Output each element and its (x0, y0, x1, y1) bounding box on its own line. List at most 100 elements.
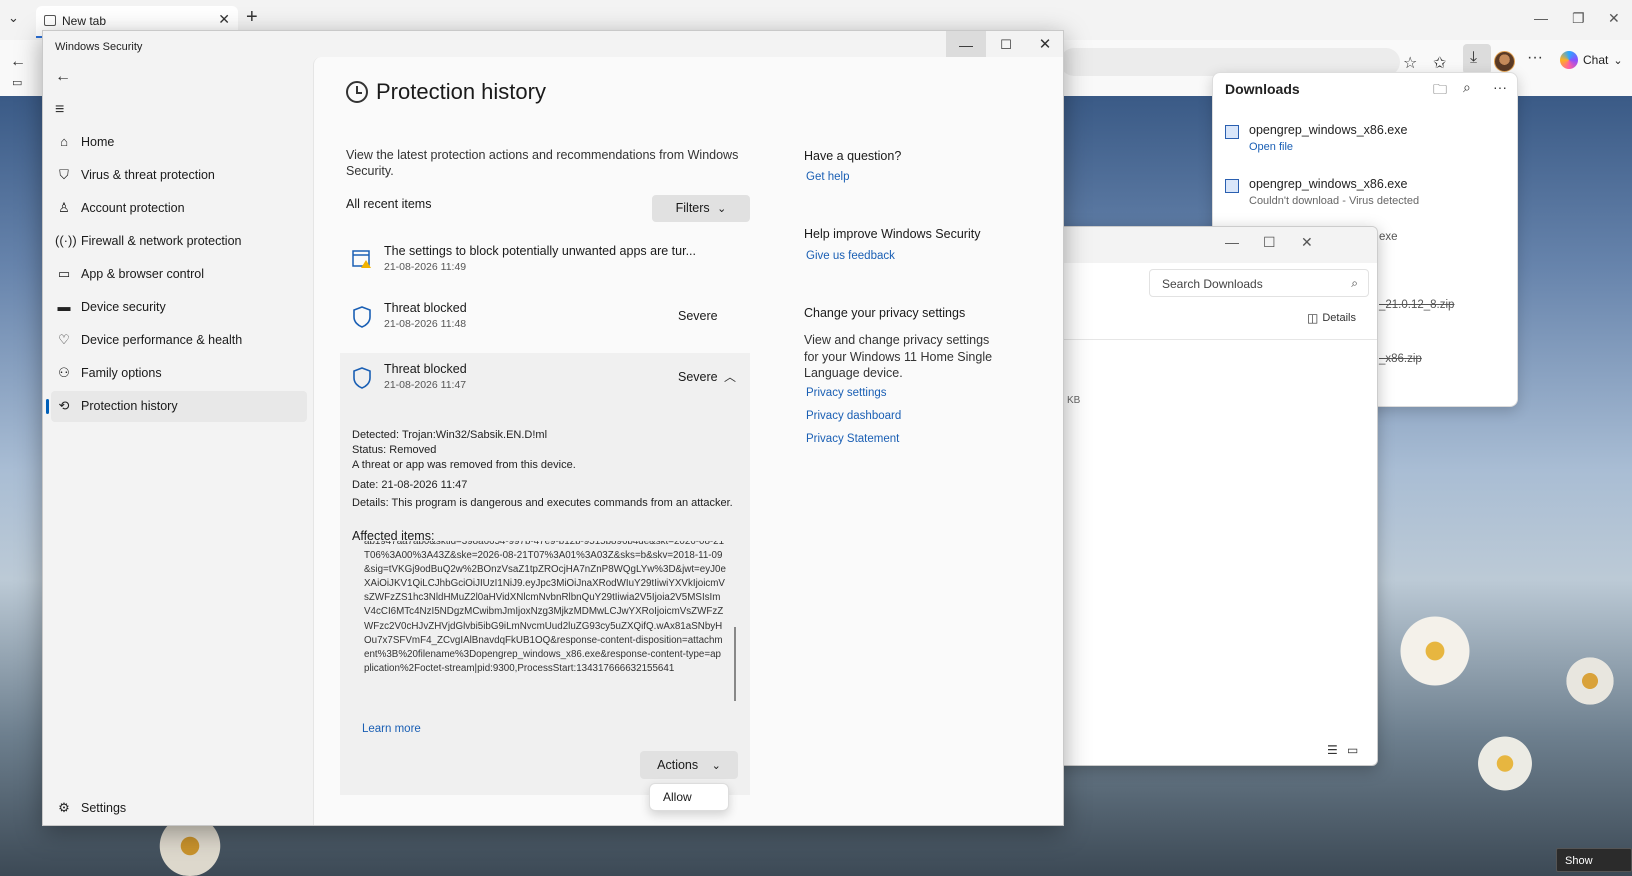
downloads-title: Downloads (1225, 81, 1300, 97)
browser-minimize-icon[interactable]: — (1534, 10, 1548, 26)
favorites-list-icon[interactable]: ✩ (1433, 53, 1446, 73)
search-icon[interactable]: ⌕ (1463, 79, 1471, 96)
copilot-chat-button[interactable]: Chat ⌄ (1560, 51, 1623, 69)
history-item-threat-blocked[interactable]: Threat blocked 21-08-2026 11:48 Severe (340, 292, 750, 344)
family-icon: ⚇ (58, 365, 70, 380)
sidebar-item-settings[interactable]: ⚙ Settings (51, 793, 251, 821)
window-title: Windows Security (55, 41, 143, 53)
chevron-up-icon[interactable]: ︿ (724, 368, 736, 385)
detected-text: Detected: Trojan:Win32/Sabsik.EN.D!ml (352, 429, 548, 441)
sidebar-item-label: Device security (81, 300, 166, 314)
affected-items-scrollbar[interactable] (734, 627, 736, 701)
download-name: opengrep_windows_x86.exe (1249, 177, 1408, 191)
chat-label: Chat (1583, 53, 1609, 67)
affected-items-text: ab1947aa7ab0&sktid=398a6654-997b-47e9-b1… (364, 541, 726, 674)
open-file-link[interactable]: Open file (1249, 141, 1293, 153)
sidebar: ← ≡ ⌂ Home ⛉ Virus & threat protection ♙… (43, 61, 313, 825)
history-item-date: 21-08-2026 11:47 (384, 379, 467, 391)
heart-icon: ♡ (58, 332, 70, 347)
sidebar-item-label: App & browser control (81, 267, 204, 281)
chevron-down-icon: ⌄ (711, 760, 721, 772)
download-name-fragment: _21.0.12_8.zip (1379, 299, 1455, 311)
history-item-title: The settings to block potentially unwant… (384, 244, 696, 258)
file-size-fragment: KB (1067, 395, 1081, 406)
sidebar-item-family[interactable]: ⚇ Family options (51, 358, 307, 389)
severity-label: Severe (678, 309, 718, 323)
open-folder-icon[interactable]: 🗀 (1433, 79, 1447, 103)
close-button[interactable]: ✕ (1026, 31, 1064, 60)
sidebar-item-account[interactable]: ♙ Account protection (51, 193, 307, 224)
new-tab-plus-icon[interactable]: + (246, 6, 258, 29)
actions-button[interactable]: Actions ⌄ (640, 751, 738, 779)
gear-icon: ⚙ (58, 800, 70, 815)
more-options-icon[interactable]: ··· (1493, 79, 1507, 95)
history-icon: ⟲ (58, 398, 70, 413)
exe-file-icon (1225, 125, 1239, 139)
main-content: Protection history View the latest prote… (313, 57, 1063, 825)
actions-label: Actions (657, 758, 699, 772)
explorer-close-icon[interactable]: ✕ (1301, 234, 1313, 251)
sidebar-item-virus-threat[interactable]: ⛉ Virus & threat protection (51, 160, 307, 191)
chevron-down-icon: ⌄ (1613, 54, 1623, 67)
favorite-star-icon[interactable]: ☆ (1403, 53, 1417, 73)
history-item-date: 21-08-2026 11:48 (384, 318, 467, 330)
privacy-statement-link[interactable]: Privacy Statement (806, 433, 899, 445)
download-name: opengrep_windows_x86.exe (1249, 123, 1408, 137)
explorer-maximize-icon[interactable]: ☐ (1263, 234, 1276, 251)
tab-list-chevron-icon[interactable]: ⌄ (8, 10, 19, 26)
privacy-heading: Change your privacy settings (804, 306, 966, 320)
sidebar-item-device-security[interactable]: ▬ Device security (51, 292, 307, 323)
tab-title: New tab (62, 14, 107, 28)
allow-menu-item[interactable]: Allow (649, 783, 729, 811)
minimize-button[interactable]: — (946, 31, 986, 60)
new-tab-page-icon (44, 15, 56, 26)
history-item-title: Threat blocked (384, 362, 467, 376)
sidebar-item-app-browser[interactable]: ▭ App & browser control (51, 259, 307, 290)
shield-icon (352, 306, 372, 331)
download-status: Couldn't download - Virus detected (1249, 195, 1420, 207)
chevron-down-icon: ⌄ (717, 203, 727, 215)
explorer-minimize-icon[interactable]: — (1225, 234, 1239, 250)
search-downloads-input[interactable]: Search Downloads ⌕ (1149, 269, 1369, 297)
history-item-threat-blocked[interactable]: Threat blocked 21-08-2026 11:47 Severe ︿ (340, 353, 750, 409)
wifi-icon: ((·)) (55, 233, 77, 248)
download-icon: ⤓ (1470, 49, 1478, 66)
browser-restore-icon[interactable]: ❐ (1572, 10, 1585, 27)
show-desktop-tooltip[interactable]: Show desktop (1556, 848, 1632, 872)
filters-label: Filters (675, 201, 710, 215)
downloads-button[interactable]: ⤓ (1463, 44, 1491, 74)
exe-file-icon (1225, 179, 1239, 193)
privacy-settings-link[interactable]: Privacy settings (806, 387, 887, 399)
sidebar-item-label: Virus & threat protection (81, 168, 215, 182)
privacy-description: View and change privacy settings for you… (804, 333, 993, 380)
windows-security-window: Windows Security — ☐ ✕ ← ≡ ⌂ Home ⛉ Viru… (42, 30, 1064, 826)
sidebar-item-firewall[interactable]: ((·)) Firewall & network protection (51, 226, 307, 257)
details-view-icon[interactable]: ☰ (1327, 743, 1338, 757)
profile-avatar[interactable] (1494, 51, 1515, 72)
back-arrow-icon[interactable]: ← (55, 68, 71, 86)
hamburger-menu-icon[interactable]: ≡ (55, 101, 64, 119)
details-text: Details: This program is dangerous and e… (352, 497, 733, 509)
sidebar-item-device-health[interactable]: ♡ Device performance & health (51, 325, 307, 356)
maximize-button[interactable]: ☐ (986, 31, 1026, 60)
details-label: Details (1322, 312, 1356, 324)
feedback-link[interactable]: Give us feedback (806, 250, 895, 262)
app-warning-icon (352, 249, 372, 272)
download-name-fragment: _x86.zip (1379, 353, 1422, 365)
details-pane-button[interactable]: ◫ Details (1307, 311, 1356, 325)
sidebar-item-home[interactable]: ⌂ Home (51, 127, 307, 158)
sidebar-toggle-icon[interactable]: ▭ (12, 76, 22, 89)
history-item-pua-setting[interactable]: The settings to block potentially unwant… (340, 235, 750, 287)
privacy-dashboard-link[interactable]: Privacy dashboard (806, 410, 901, 422)
affected-items-list[interactable]: ab1947aa7ab0&sktid=398a6654-997b-47e9-b1… (364, 541, 730, 703)
history-icon (346, 81, 368, 103)
more-options-icon[interactable]: ··· (1527, 49, 1543, 67)
learn-more-link[interactable]: Learn more (362, 723, 421, 735)
tiles-view-icon[interactable]: ▭ (1347, 743, 1358, 757)
tab-close-icon[interactable]: ✕ (218, 11, 230, 28)
sidebar-item-protection-history[interactable]: ⟲ Protection history (46, 391, 307, 422)
filters-button[interactable]: Filters ⌄ (652, 195, 750, 222)
back-arrow-icon[interactable]: ← (10, 53, 26, 71)
get-help-link[interactable]: Get help (806, 171, 849, 183)
browser-close-icon[interactable]: ✕ (1608, 10, 1620, 27)
